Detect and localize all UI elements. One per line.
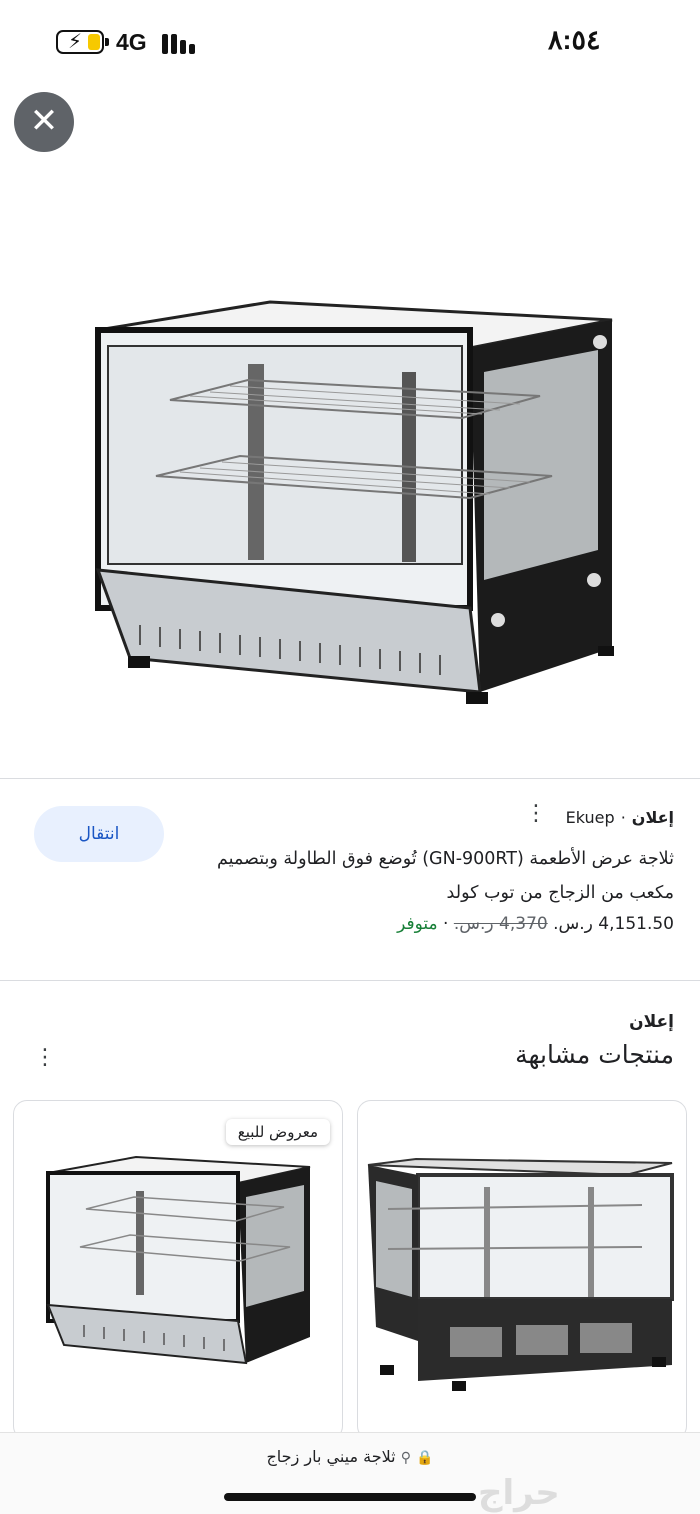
- home-indicator[interactable]: [224, 1493, 476, 1501]
- visit-button[interactable]: انتقال: [34, 806, 164, 862]
- more-options-icon[interactable]: ⋮: [525, 803, 547, 825]
- close-button[interactable]: ✕: [14, 92, 74, 152]
- battery-icon: ⚡: [56, 29, 109, 54]
- old-price: 4,370 ر.س.: [453, 914, 548, 934]
- ad-tag: إعلان: [631, 808, 674, 827]
- separator: ·: [620, 808, 626, 827]
- lock-icon: 🔒: [416, 1450, 434, 1466]
- product-thumbnail: [46, 1155, 311, 1365]
- section-ad-tag: إعلان: [629, 1012, 674, 1032]
- watermark-logo: حراج: [478, 1473, 561, 1513]
- price: 4,151.50 ر.س.: [553, 914, 674, 934]
- network-label: 4G: [116, 29, 147, 55]
- ad-title[interactable]: ثلاجة عرض الأطعمة (GN-900RT) تُوضع فوق ا…: [214, 842, 674, 910]
- stock-status: متوفر: [397, 914, 438, 934]
- product-card[interactable]: معروض للبيع: [13, 1100, 343, 1440]
- status-bar: ⚡ 4G ٨:٥٤: [0, 0, 700, 80]
- product-card[interactable]: [357, 1100, 687, 1440]
- sale-badge: معروض للبيع: [225, 1119, 330, 1145]
- divider: [0, 778, 700, 779]
- address-bar[interactable]: 🔒 ⚲ ثلاجة ميني بار زجاج حراج: [0, 1432, 700, 1514]
- search-query: ثلاجة ميني بار زجاج: [266, 1447, 396, 1466]
- section-title: منتجات مشابهة: [515, 1040, 674, 1069]
- seller-name[interactable]: Ekuep: [566, 808, 615, 827]
- ad-meta: إعلان · Ekuep: [566, 808, 674, 827]
- divider: [0, 980, 700, 981]
- price-line: 4,151.50 ر.س. 4,370 ر.س. · متوفر: [397, 914, 674, 934]
- url-display[interactable]: 🔒 ⚲ ثلاجة ميني بار زجاج: [0, 1447, 700, 1466]
- product-thumbnail: [367, 1157, 674, 1391]
- signal-icon: [162, 30, 198, 54]
- more-options-icon[interactable]: ⋮: [34, 1047, 56, 1069]
- clock: ٨:٥٤: [548, 25, 601, 55]
- product-image: [0, 80, 700, 778]
- search-icon: ⚲: [400, 1450, 411, 1466]
